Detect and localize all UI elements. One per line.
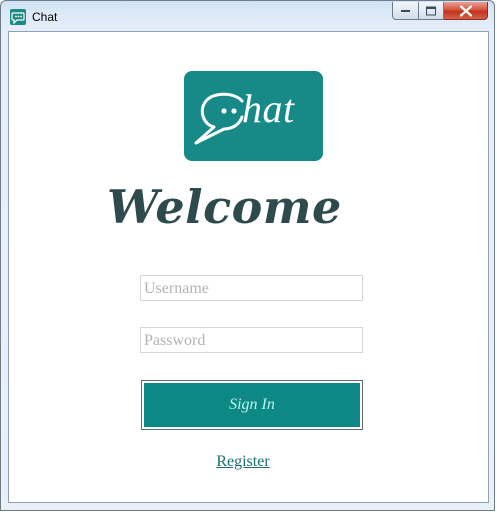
minimize-icon — [400, 9, 410, 12]
maximize-button[interactable] — [419, 2, 444, 20]
caption-buttons — [392, 2, 488, 20]
chat-logo: hat — [184, 71, 323, 161]
chat-bubble-icon — [10, 9, 26, 25]
window-title: Chat — [32, 10, 58, 24]
welcome-heading: Welcome — [107, 180, 342, 234]
minimize-button[interactable] — [392, 2, 419, 20]
username-field[interactable] — [140, 275, 363, 301]
sign-in-label: Sign In — [144, 383, 360, 427]
register-link[interactable]: Register — [9, 453, 476, 471]
close-icon — [459, 5, 472, 16]
maximize-icon — [426, 6, 436, 15]
logo-text: hat — [242, 86, 295, 131]
app-window: Chat hat Welcome Sign In — [0, 0, 495, 511]
login-panel: hat Welcome Sign In Register — [8, 31, 489, 503]
close-button[interactable] — [444, 2, 488, 20]
register-label[interactable]: Register — [215, 453, 269, 470]
sign-in-button[interactable]: Sign In — [141, 380, 363, 430]
password-field[interactable] — [140, 327, 363, 353]
title-bar[interactable]: Chat — [1, 1, 494, 33]
